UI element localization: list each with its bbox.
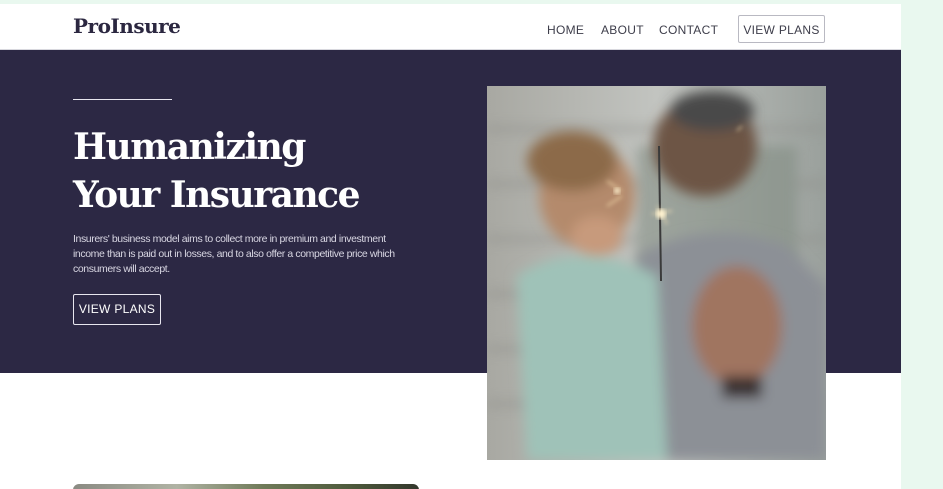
nav-contact-link[interactable]: CONTACT xyxy=(659,23,718,37)
hero-photo xyxy=(487,86,826,460)
hero-photo-illustration xyxy=(487,86,826,460)
site-logo[interactable]: ProInsure xyxy=(73,14,181,38)
hero-title-line-1: Humanizing xyxy=(73,126,306,168)
hero-title-line-2: Your Insurance xyxy=(73,174,361,216)
hero-divider xyxy=(73,99,172,100)
next-section-card-image xyxy=(73,484,419,489)
header-view-plans-button[interactable]: VIEW PLANS xyxy=(738,15,825,43)
nav-home-link[interactable]: HOME xyxy=(547,23,584,37)
site-header: ProInsure HOME ABOUT CONTACT VIEW PLANS xyxy=(0,4,901,50)
hero-title: Humanizing Your Insurance xyxy=(73,123,453,219)
nav-about-link[interactable]: ABOUT xyxy=(601,23,644,37)
hero-view-plans-button[interactable]: VIEW PLANS xyxy=(73,294,161,325)
hero-description: Insurers' business model aims to collect… xyxy=(73,233,395,275)
page: ProInsure HOME ABOUT CONTACT VIEW PLANS … xyxy=(0,0,901,489)
